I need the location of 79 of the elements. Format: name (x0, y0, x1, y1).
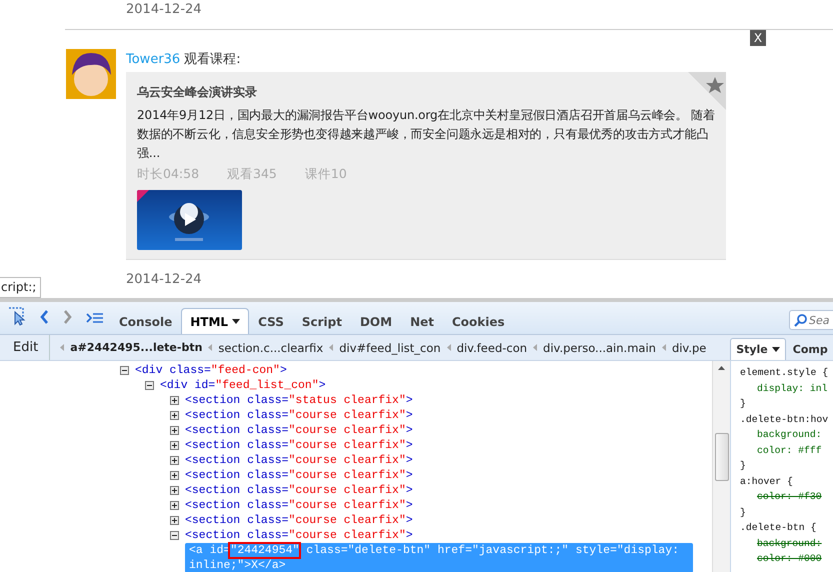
expand-icon[interactable] (170, 396, 179, 405)
css-declaration: color: #f30 (756, 490, 822, 504)
triangle-icon (662, 344, 666, 351)
stat-label: 观看345 (227, 166, 277, 183)
expand-icon[interactable] (170, 411, 179, 420)
css-selector: .delete-btn { (740, 521, 816, 535)
closing-brace: } (740, 506, 746, 520)
panel-tab[interactable]: HTML (181, 308, 250, 334)
html-node[interactable]: <div class="feed-con"> (135, 363, 287, 378)
triangle-icon (60, 344, 64, 351)
avatar-icon (66, 49, 116, 99)
command-line-icon[interactable] (86, 310, 104, 326)
star-icon[interactable] (688, 72, 726, 110)
action-text: 观看课程: (184, 52, 241, 67)
expand-icon[interactable] (170, 441, 179, 450)
breadcrumb-item[interactable]: section.c...clearfix (218, 340, 324, 354)
panel-tab[interactable]: CSS (249, 308, 293, 334)
closing-brace: } (740, 459, 746, 473)
date-label: 2014-12-24 (126, 271, 202, 289)
up-arrow-icon[interactable] (717, 365, 726, 371)
html-node[interactable]: <section class="course clearfix"> (185, 408, 413, 423)
css-selector: a:hover { (740, 474, 793, 488)
collapse-icon[interactable] (120, 366, 129, 375)
scrollbar[interactable] (712, 361, 730, 572)
html-node[interactable]: <section class="course clearfix"> (185, 453, 413, 468)
css-declaration: background: (756, 428, 822, 442)
triangle-icon (533, 344, 538, 351)
breadcrumb-item[interactable]: div#feed_list_con (339, 340, 441, 354)
html-node[interactable]: <section class="course clearfix"> (185, 513, 413, 528)
date-label: 2014-12-24 (126, 1, 202, 19)
triangle-icon (208, 344, 212, 351)
html-node[interactable]: <section class="course clearfix"> (185, 498, 413, 513)
search-icon (789, 310, 807, 330)
panel-tab[interactable]: Script (292, 308, 351, 334)
panel-tab[interactable]: Cookies (443, 308, 514, 334)
inspect-icon[interactable] (8, 306, 26, 326)
collapse-icon[interactable] (170, 531, 179, 540)
html-node[interactable]: <section class="status clearfix"> (185, 393, 413, 408)
expand-icon[interactable] (170, 501, 179, 510)
stat-label: 时长04:58 (137, 166, 200, 183)
panel-tab[interactable]: Console (110, 308, 182, 334)
html-node[interactable]: <section class="course clearfix"> (185, 483, 413, 498)
scroll-thumb[interactable] (714, 433, 728, 481)
side-tab[interactable]: Comp (788, 338, 833, 360)
css-selector: element.style { (740, 366, 828, 380)
html-node[interactable]: <div id="feed_list_con"> (160, 378, 326, 393)
expand-icon[interactable] (170, 426, 179, 435)
triangle-icon (446, 344, 451, 351)
closing-brace: } (740, 397, 746, 411)
css-declaration: color: #000 (756, 552, 822, 566)
panel-tab[interactable]: Net (401, 308, 443, 334)
expand-icon[interactable] (170, 516, 179, 525)
close-button[interactable]: X (750, 30, 766, 46)
triangle-icon (329, 344, 334, 351)
highlighted-value: "24424954" (230, 544, 300, 557)
tooltip: cript:; (0, 277, 42, 298)
stat-label: 课件10 (304, 166, 347, 183)
expand-icon[interactable] (170, 456, 179, 465)
breadcrumb-item[interactable]: div.pe (672, 340, 706, 354)
expand-icon[interactable] (170, 486, 179, 495)
collapse-icon[interactable] (145, 381, 154, 390)
course-description: 2014年9月12日，国内最大的漏洞报告平台wooyun.org在北京中关村皇冠假日酒店召开首届乌云峰会。 随着数据的不断云化，信息安全形势也变得越来越严峻，而安全问题永远是相对的，只有最优秀的攻击方式才能凸强... (137, 107, 715, 162)
css-declaration: background: (756, 536, 822, 550)
expand-icon[interactable] (170, 471, 179, 480)
breadcrumb-item[interactable]: div.perso...ain.main (543, 340, 656, 354)
search-field[interactable]: Sea (807, 310, 833, 330)
css-selector: .delete-btn:hov (740, 412, 828, 426)
html-node[interactable]: <section class="course clearfix"> (185, 438, 413, 453)
html-node[interactable]: <section class="course clearfix"> (185, 423, 413, 438)
side-tab[interactable]: Style (730, 338, 786, 360)
breadcrumb-item[interactable]: a#2442495...lete-btn (70, 341, 202, 354)
html-node[interactable]: <section class="course clearfix"> (185, 468, 413, 483)
course-title[interactable]: 乌云安全峰会演讲实录 (137, 84, 257, 106)
css-declaration: display: inl (756, 382, 828, 396)
html-node[interactable]: <section class="course clearfix"> (185, 528, 413, 543)
edit-button[interactable]: Edit (2, 335, 50, 360)
panel-tab[interactable]: DOM (350, 308, 402, 334)
breadcrumb-item[interactable]: div.feed-con (456, 340, 528, 354)
css-declaration: color: #fff (756, 444, 822, 458)
